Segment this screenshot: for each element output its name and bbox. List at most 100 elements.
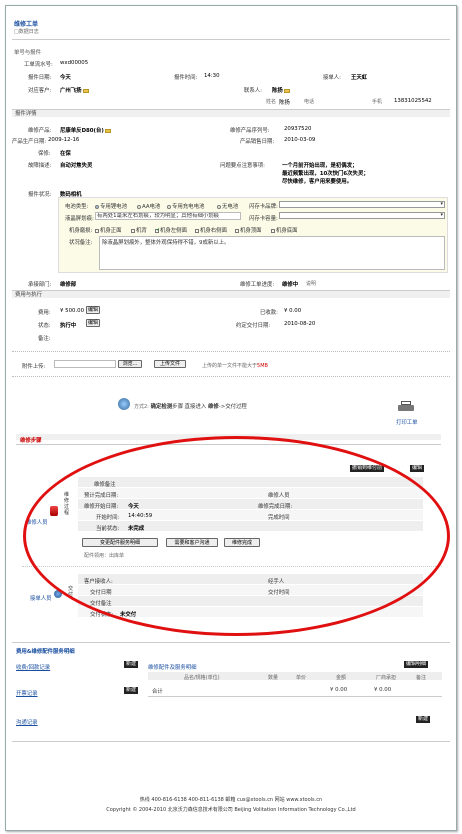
- upload-button[interactable]: 上传文件: [154, 360, 186, 368]
- contact-name-value: 陈扬: [279, 100, 290, 106]
- start-date-value: 今天: [128, 504, 139, 510]
- checkbox: [235, 228, 239, 233]
- order-id-label: 工单流水号:: [24, 62, 53, 68]
- repair-done-button[interactable]: 维修完成: [224, 538, 260, 547]
- section-order-heading: 单号与报件: [14, 50, 41, 56]
- progress-note: 说明: [306, 281, 317, 287]
- memory-size-select[interactable]: [279, 212, 445, 219]
- battery-option-2[interactable]: AA电池: [137, 202, 160, 210]
- change-parts-button[interactable]: 变更配件服务明细: [82, 538, 158, 547]
- dept-value: 维修部: [60, 282, 77, 288]
- serial-label: 维修产品序列号:: [230, 128, 270, 134]
- state-label: 状态:: [38, 323, 51, 329]
- fee-label: 费用:: [38, 310, 51, 316]
- battery-option-1[interactable]: 专用锂电池: [95, 202, 127, 210]
- total-label: 合计: [152, 689, 163, 695]
- radio: [167, 204, 171, 209]
- delivery-row: [78, 574, 423, 585]
- delivery-state-label: 交付状态:: [90, 612, 114, 618]
- state-edit-button[interactable]: 编辑: [86, 319, 100, 327]
- delivery-row: [78, 596, 423, 607]
- col-amount: 金额: [336, 675, 347, 681]
- total-amount: ¥ 0.00: [330, 687, 348, 693]
- customer-link[interactable]: 广州飞扬: [60, 86, 89, 94]
- data-log-link[interactable]: □数据日志: [14, 28, 39, 35]
- receiver-value: 王天虹: [351, 75, 368, 81]
- repair-note-label: 维修备注: [94, 482, 116, 488]
- wear-front[interactable]: 机身正面: [95, 226, 122, 234]
- status-desc-textarea[interactable]: 除液晶屏划痕外，整体外观保持得不错，9成新以上。: [99, 236, 445, 270]
- body-wear-label: 机身磨损:: [69, 228, 93, 234]
- battery-option-4[interactable]: 无电池: [217, 202, 238, 210]
- checkbox: [195, 228, 199, 233]
- divider: [12, 39, 450, 40]
- report-date-label: 报件日期:: [28, 75, 52, 81]
- wear-top[interactable]: 机身顶面: [235, 226, 262, 234]
- process-icon: [118, 398, 130, 410]
- folder-icon: [283, 88, 290, 93]
- receiver-label: 接单人:: [323, 75, 341, 81]
- wear-left[interactable]: 机身左侧面: [155, 226, 187, 234]
- delivery-person-caption: 接单人员: [30, 596, 52, 602]
- delivery-state-value: 未交付: [120, 612, 137, 618]
- wear-bottom[interactable]: 机身底面: [271, 226, 298, 234]
- start-time-value: 14:40:59: [128, 513, 153, 519]
- screen-input[interactable]: 有两处1毫米左右划痕，较为明显；其他有细小划痕: [95, 212, 241, 220]
- communication-records-link[interactable]: 沟通记录: [16, 718, 38, 726]
- note-line-1: 一个月前开始出现，是初偶发；: [282, 163, 358, 169]
- state-value: 执行中: [60, 323, 77, 329]
- invoice-new-button[interactable]: 新建: [124, 687, 139, 694]
- radio: [137, 204, 141, 209]
- plan-date-label: 预计完成日期:: [84, 493, 119, 499]
- fault-label: 故障描述:: [28, 163, 52, 169]
- divider: [22, 566, 442, 567]
- total-vendor: ¥ 0.00: [374, 687, 392, 693]
- printer-icon[interactable]: [398, 401, 414, 413]
- repair-row: [78, 477, 423, 488]
- parts-details-link[interactable]: 维修配件及服务明细: [148, 663, 197, 671]
- report-time-label: 报件时间:: [174, 75, 198, 81]
- footer-copyright: Copyright © 2004-2010 北京沃力森信息技术有限公司 Beij…: [106, 807, 356, 813]
- revert-button[interactable]: 撤销到维付前: [350, 465, 385, 472]
- print-order-link[interactable]: 打印工单: [396, 418, 418, 426]
- wear-right[interactable]: 机身右侧面: [195, 226, 227, 234]
- delivery-note-label: 交付备注: [90, 601, 112, 607]
- invoice-records-link[interactable]: 开票记录: [16, 689, 38, 697]
- browse-button[interactable]: 浏览...: [118, 360, 142, 368]
- memory-card-select[interactable]: [279, 201, 445, 208]
- battery-option-3[interactable]: 专用充电电池: [167, 202, 204, 210]
- fee-edit-button[interactable]: 编辑: [86, 306, 100, 314]
- repair-state-label: 当前状态:: [96, 526, 120, 532]
- edit-details-button[interactable]: 编辑明细: [404, 661, 429, 668]
- received-value: ¥ 0.00: [284, 308, 302, 314]
- parts-requisition: 配件领用：出库单: [84, 553, 125, 559]
- col-price: 单价: [296, 675, 307, 681]
- upload-file-input[interactable]: [54, 360, 116, 368]
- payment-records-link[interactable]: 收费/回款记录: [16, 663, 50, 671]
- contact-label: 联系人:: [244, 88, 262, 94]
- repair-person-icon: [50, 506, 58, 516]
- delivery-row: [78, 585, 423, 596]
- start-date-label: 维修开始日期:: [84, 504, 119, 510]
- delivery-time-label: 交付时间: [268, 590, 290, 596]
- warranty-label: 保修:: [38, 151, 51, 157]
- col-vendor: 厂商承担: [376, 675, 397, 681]
- contact-link[interactable]: 陈扬: [272, 86, 290, 94]
- section-details-heading: 报件详情: [12, 109, 450, 117]
- sale-date-value: 2010-03-09: [284, 137, 316, 143]
- start-time-label: 开始时间:: [96, 515, 120, 521]
- page-frame: 维修工单 □数据日志 单号与报件 工单流水号: wxd00005 报件日期: 今…: [5, 5, 457, 831]
- finish-time-label: 完成时间: [268, 515, 290, 521]
- product-link[interactable]: 尼康单反D80(台): [60, 126, 111, 134]
- col-remark: 备注: [416, 675, 427, 681]
- payment-new-button[interactable]: 新建: [124, 661, 139, 668]
- wear-back[interactable]: 机背: [131, 226, 147, 234]
- communication-new-button[interactable]: 新建: [416, 716, 431, 723]
- contact-mobile-value: 13831025542: [394, 98, 432, 104]
- folder-icon: [82, 88, 89, 93]
- repair-edit-button[interactable]: 编辑: [410, 465, 425, 472]
- repair-side-label: 维修过程: [64, 492, 70, 516]
- upload-hint: 上传的单一文件不能大于5MB: [202, 363, 268, 369]
- checkbox: [95, 228, 99, 233]
- contact-customer-button[interactable]: 需要和客户沟通: [166, 538, 218, 547]
